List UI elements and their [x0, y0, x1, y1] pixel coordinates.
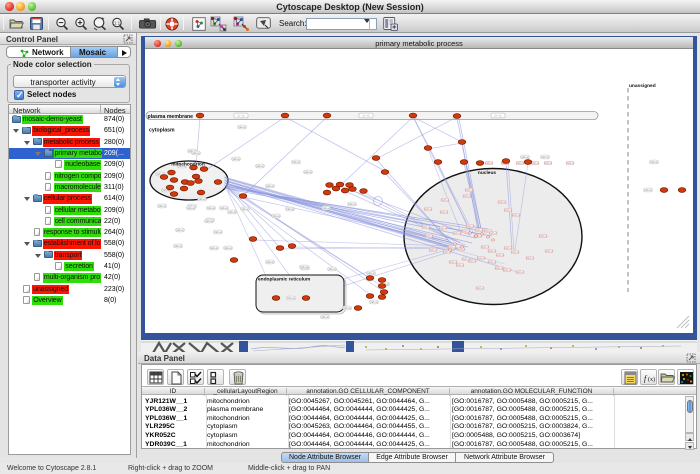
svg-text:(GO-x): (GO-x) — [424, 208, 432, 211]
svg-text:(GO-x): (GO-x) — [566, 162, 574, 165]
svg-text:(lab-a): (lab-a) — [205, 219, 213, 223]
svg-text:(GO-x): (GO-x) — [457, 248, 465, 251]
svg-text:(lab-a): (lab-a) — [343, 306, 351, 310]
svg-text:(x): (x) — [648, 376, 655, 383]
svg-text:(GO-x): (GO-x) — [511, 251, 519, 254]
svg-text:(lab-a): (lab-a) — [158, 204, 166, 208]
svg-text:(GO-x): (GO-x) — [539, 235, 547, 238]
svg-text:(GO-x): (GO-x) — [481, 246, 489, 249]
svg-text:(x--x): (x--x) — [363, 114, 370, 118]
svg-text:(lab-a): (lab-a) — [214, 230, 222, 234]
svg-text:(lab-a): (lab-a) — [521, 155, 529, 159]
svg-text:mitochondrion: mitochondrion — [171, 162, 205, 168]
svg-text:plasma membrane: plasma membrane — [148, 114, 194, 120]
svg-text:(lab-a): (lab-a) — [304, 170, 312, 174]
svg-text:(GO-x): (GO-x) — [503, 269, 511, 272]
svg-text:(GO-x): (GO-x) — [466, 225, 474, 228]
svg-text:(lab-a): (lab-a) — [348, 202, 356, 206]
svg-text:(GO-x): (GO-x) — [477, 257, 485, 260]
svg-text:(lab-a): (lab-a) — [192, 151, 200, 155]
svg-text:(lab-a): (lab-a) — [650, 160, 658, 164]
svg-text:(lab-a): (lab-a) — [370, 300, 378, 304]
svg-text:(lab-a): (lab-a) — [232, 157, 240, 161]
svg-text:(GO-x): (GO-x) — [425, 235, 433, 238]
svg-text:1:1: 1:1 — [114, 21, 121, 26]
svg-text:endoplasmic reticulum: endoplasmic reticulum — [258, 277, 310, 283]
svg-text:(lab-a): (lab-a) — [207, 206, 215, 210]
svg-text:(lab-a): (lab-a) — [328, 267, 336, 271]
svg-text:(GO-x): (GO-x) — [476, 287, 484, 290]
svg-text:(GO-x): (GO-x) — [429, 249, 437, 252]
svg-text:(lab-a): (lab-a) — [322, 206, 330, 210]
svg-text:(lab-a): (lab-a) — [287, 296, 295, 300]
svg-text:nucleus: nucleus — [478, 170, 496, 176]
svg-text:(lab-a): (lab-a) — [241, 207, 249, 211]
svg-text:(GO-x): (GO-x) — [516, 162, 524, 165]
svg-text:(GO-x): (GO-x) — [504, 209, 512, 212]
svg-text:(lab-a): (lab-a) — [228, 210, 236, 214]
svg-text:(GO-x): (GO-x) — [449, 261, 457, 264]
svg-text:(lab-a): (lab-a) — [220, 206, 228, 210]
svg-text:cytoplasm: cytoplasm — [149, 128, 175, 134]
svg-text:(lab-a): (lab-a) — [238, 125, 246, 129]
svg-text:(GO-x): (GO-x) — [440, 211, 448, 214]
svg-text:(GO-x): (GO-x) — [453, 232, 461, 235]
svg-text:(GO-x): (GO-x) — [485, 162, 493, 165]
svg-text:unassigned: unassigned — [629, 83, 656, 89]
svg-text:(x--x): (x--x) — [495, 114, 502, 118]
svg-text:(lab-a): (lab-a) — [174, 244, 182, 248]
svg-text:(lab-a): (lab-a) — [266, 184, 274, 188]
svg-text:(GO-x): (GO-x) — [489, 232, 497, 235]
svg-text:(lab-a): (lab-a) — [224, 246, 232, 250]
svg-text:(lab-a): (lab-a) — [187, 206, 195, 210]
svg-text:(GO-x): (GO-x) — [443, 251, 451, 254]
svg-text:(GO-x): (GO-x) — [462, 258, 470, 261]
svg-text:(lab-a): (lab-a) — [321, 315, 329, 319]
svg-text:(lab-a): (lab-a) — [210, 246, 218, 250]
svg-text:(GO-x): (GO-x) — [512, 214, 520, 217]
svg-text:(GO-x): (GO-x) — [456, 264, 464, 267]
svg-text:(lab-a): (lab-a) — [256, 164, 264, 168]
svg-text:(GO-x): (GO-x) — [526, 257, 534, 260]
svg-text:(GO-x): (GO-x) — [463, 195, 471, 198]
svg-text:(GO-x): (GO-x) — [498, 201, 506, 204]
svg-text:(lab-a): (lab-a) — [272, 214, 280, 218]
svg-text:(GO-x): (GO-x) — [545, 250, 553, 253]
svg-text:(GO-x): (GO-x) — [465, 189, 473, 192]
svg-text:(GO-x): (GO-x) — [496, 254, 504, 257]
svg-text:(GO-x): (GO-x) — [516, 271, 524, 274]
svg-text:(lab-a): (lab-a) — [292, 160, 300, 164]
svg-text:(lab-a): (lab-a) — [367, 271, 375, 275]
svg-text:(GO-x): (GO-x) — [439, 227, 447, 230]
svg-text:(GO-x): (GO-x) — [495, 267, 503, 270]
svg-text:(GO-x): (GO-x) — [488, 250, 496, 253]
svg-text:(lab-a): (lab-a) — [286, 207, 294, 211]
svg-text:(GO-x): (GO-x) — [488, 261, 496, 264]
svg-text:(GO-x): (GO-x) — [448, 246, 456, 249]
svg-text:(lab-a): (lab-a) — [266, 260, 274, 264]
svg-text:(x--x): (x--x) — [238, 114, 245, 118]
svg-text:(GO-x): (GO-x) — [475, 229, 483, 232]
svg-text:(lab-a): (lab-a) — [176, 228, 184, 232]
svg-text:(lab-a): (lab-a) — [644, 188, 652, 192]
svg-text:(GO-x): (GO-x) — [531, 162, 539, 165]
svg-text:(GO-x): (GO-x) — [441, 199, 449, 202]
svg-text:(lab-a): (lab-a) — [541, 155, 549, 159]
svg-text:(GO-x): (GO-x) — [504, 247, 512, 250]
svg-text:(GO-x): (GO-x) — [422, 226, 430, 229]
svg-text:(GO-x): (GO-x) — [544, 162, 552, 165]
svg-text:(lab-a): (lab-a) — [300, 265, 308, 269]
svg-text:(lab-a): (lab-a) — [198, 197, 206, 201]
